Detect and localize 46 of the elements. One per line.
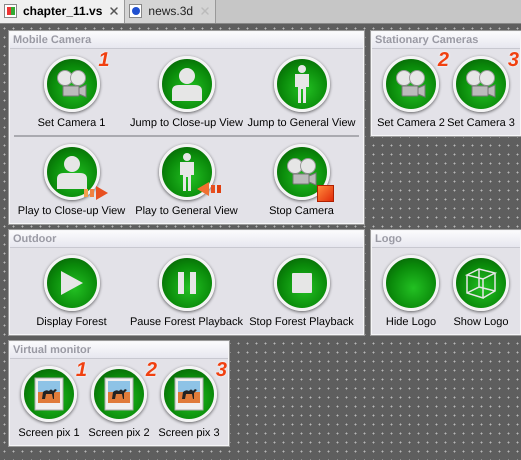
movie-camera-icon [286, 157, 318, 187]
action-button[interactable]: Stop Forest Playback [244, 251, 359, 331]
panel-title: Outdoor [13, 232, 56, 247]
action-button[interactable]: Stop Camera [244, 140, 359, 220]
number-label: 2 [146, 360, 157, 380]
close-icon[interactable] [108, 5, 120, 17]
movie-camera-icon [395, 69, 427, 99]
action-button[interactable]: Hide Logo [376, 251, 446, 331]
movie-camera-icon [465, 69, 497, 99]
play-icon [60, 271, 82, 295]
action-button[interactable]: Play to General View [129, 140, 244, 220]
movie-camera-icon [56, 69, 88, 99]
standing-person-icon [178, 153, 196, 191]
photo-icon [174, 377, 204, 411]
panel-title: Logo [375, 232, 402, 247]
action-button[interactable]: Play to Close-up View [14, 140, 129, 220]
number-label: 1 [76, 360, 87, 380]
panel-title: Mobile Camera [13, 32, 92, 48]
file-icon [4, 4, 17, 18]
photo-icon [34, 377, 64, 411]
panel-title: Stationary Cameras [375, 32, 478, 48]
number-label: 3 [216, 360, 227, 380]
file-icon [129, 4, 142, 18]
action-button[interactable]: 1 Screen pix 1 [14, 362, 84, 442]
number-label: 3 [508, 50, 519, 70]
tab-label: chapter_11.vs [23, 3, 102, 20]
standing-person-icon [292, 65, 310, 103]
action-button[interactable]: Display Forest [14, 251, 129, 331]
cube-icon [465, 267, 497, 299]
stop-icon [292, 273, 312, 293]
photo-icon [104, 377, 134, 411]
document-tab[interactable]: news.3d [125, 0, 216, 23]
document-tab[interactable]: chapter_11.vs [0, 0, 126, 23]
action-button[interactable]: 1 Set Camera 1 [14, 52, 129, 132]
number-label: 1 [98, 50, 110, 70]
action-button[interactable]: Jump to General View [244, 52, 359, 132]
action-button[interactable]: Show Logo [446, 251, 516, 331]
tab-label: news.3d [148, 3, 194, 20]
panel-title: Virtual monitor [13, 342, 92, 358]
right-arrow-icon [84, 186, 108, 200]
left-arrow-icon [196, 182, 220, 196]
pause-icon [178, 272, 196, 294]
number-label: 2 [438, 50, 449, 70]
action-button[interactable]: Pause Forest Playback [129, 251, 244, 331]
action-button[interactable]: Jump to Close-up View [129, 52, 244, 132]
stop-square-icon [316, 185, 334, 202]
